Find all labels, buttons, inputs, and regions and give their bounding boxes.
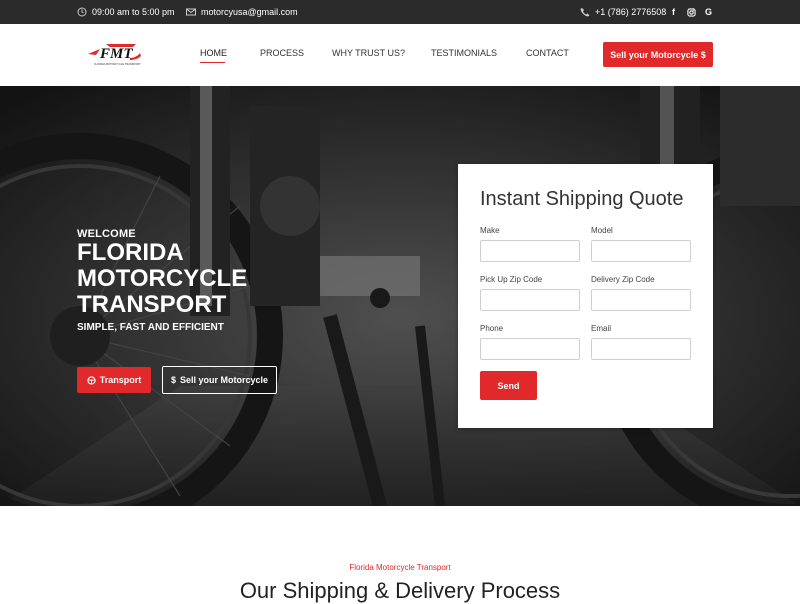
clock-icon: [77, 7, 87, 17]
phone-label: Phone: [480, 324, 504, 333]
process-title: Our Shipping & Delivery Process: [239, 578, 561, 603]
envelope-icon: [186, 8, 196, 16]
top-bar: 09:00 am to 5:00 pm motorcyusa@gmail.com…: [0, 0, 800, 24]
hero-title: FLORIDA MOTORCYCLE TRANSPORT: [77, 239, 248, 318]
phone-info[interactable]: +1 (786) 2776508: [580, 0, 666, 24]
transport-button[interactable]: Transport: [77, 367, 151, 393]
nav-why-trust-us[interactable]: WHY TRUST US?: [332, 48, 405, 58]
process-subtitle: Florida Motorcycle Transport: [349, 563, 451, 572]
model-input[interactable]: [591, 240, 691, 262]
nav-contact[interactable]: CONTACT: [526, 48, 569, 58]
nav-home[interactable]: HOME: [200, 48, 227, 58]
nav-testimonials[interactable]: TESTIMONIALS: [431, 48, 497, 58]
pickup-zip-label: Pick Up Zip Code: [480, 275, 543, 284]
make-input[interactable]: [480, 240, 580, 262]
svg-text:FMT: FMT: [99, 46, 133, 62]
make-label: Make: [480, 226, 500, 235]
hero-tagline: SIMPLE, FAST AND EFFICIENT: [77, 322, 224, 333]
google-icon[interactable]: G: [705, 0, 712, 24]
svg-text:FLORIDA MOTORCYCLE TRANSPORT: FLORIDA MOTORCYCLE TRANSPORT: [94, 62, 141, 66]
model-label: Model: [591, 226, 613, 235]
fmt-logo[interactable]: FMT FLORIDA MOTORCYCLE TRANSPORT: [86, 40, 142, 68]
hours-info: 09:00 am to 5:00 pm: [77, 0, 175, 24]
steering-wheel-icon: [87, 375, 96, 385]
email-input[interactable]: [591, 338, 691, 360]
email-label: Email: [591, 324, 612, 333]
instagram-icon[interactable]: [687, 0, 696, 24]
phone-text: +1 (786) 2776508: [595, 7, 667, 17]
pickup-zip-input[interactable]: [480, 289, 580, 311]
delivery-zip-input[interactable]: [591, 289, 691, 311]
quote-form: Instant Shipping Quote Make Model Pick U…: [458, 164, 713, 428]
email-text: motorcyusa@gmail.com: [201, 7, 298, 17]
delivery-zip-label: Delivery Zip Code: [591, 275, 655, 284]
quote-form-title: Instant Shipping Quote: [480, 188, 684, 210]
sell-motorcycle-hero-button[interactable]: $ Sell your Motorcycle: [162, 366, 277, 394]
facebook-icon[interactable]: f: [672, 0, 675, 24]
send-button[interactable]: Send: [480, 371, 537, 400]
email-info[interactable]: motorcyusa@gmail.com: [186, 0, 298, 24]
phone-icon: [580, 8, 590, 17]
phone-input[interactable]: [480, 338, 580, 360]
nav-active-underline: [200, 62, 225, 63]
site-header: FMT FLORIDA MOTORCYCLE TRANSPORT HOME PR…: [0, 24, 800, 86]
sell-motorcycle-header-button[interactable]: Sell your Motorcycle $: [603, 42, 713, 67]
nav-process[interactable]: PROCESS: [260, 48, 304, 58]
dollar-icon: $: [170, 375, 176, 385]
hours-text: 09:00 am to 5:00 pm: [92, 7, 175, 17]
